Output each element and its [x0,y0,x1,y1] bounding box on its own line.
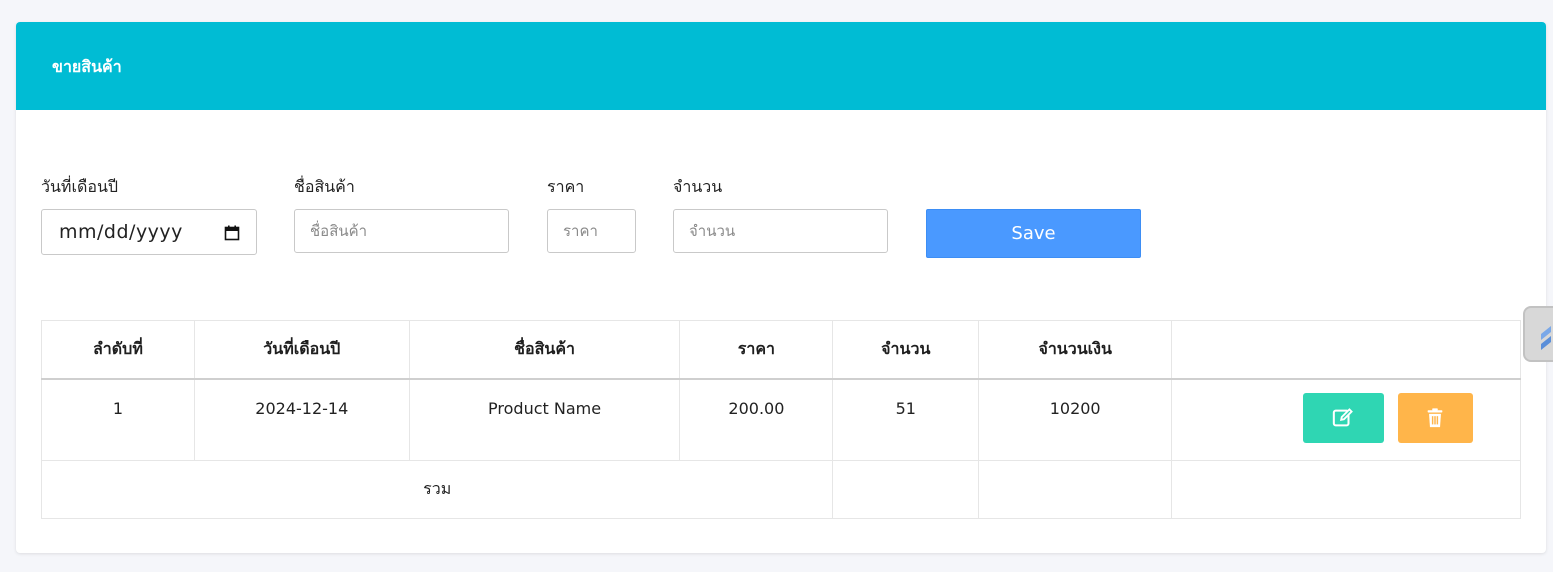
sale-card: ขายสินค้า วันที่เดือนปี mm/dd/yyyy ชื่อส… [16,22,1546,553]
total-row: รวม [40,460,1521,519]
date-label: วันที่เดือนปี [41,177,119,196]
table-header-row: ลำดับที่ วันที่เดือนปี ชื่อสินค้า ราคา จ… [41,320,1521,380]
total-label: รวม [40,460,834,519]
widget-icon [1541,326,1551,350]
date-placeholder: mm/dd/yyyy [59,221,183,243]
calendar-icon[interactable] [224,224,240,241]
table-row: 1 2024-12-14 Product Name 200.00 51 1020… [41,378,1521,461]
quantity-label: จำนวน [673,177,723,196]
date-input[interactable]: mm/dd/yyyy [41,209,257,255]
total-quantity [832,460,980,519]
delete-button[interactable] [1397,392,1473,443]
sale-form: วันที่เดือนปี mm/dd/yyyy ชื่อสินค้า ราคา… [16,22,1546,272]
header-price: ราคา [679,320,834,380]
price-input[interactable] [547,209,636,253]
edit-button[interactable] [1302,392,1384,443]
header-quantity: จำนวน [832,320,980,380]
sales-table: ลำดับที่ วันที่เดือนปี ชื่อสินค้า ราคา จ… [40,320,1521,519]
cell-product-name: Product Name [408,378,681,461]
product-name-label: ชื่อสินค้า [294,177,355,196]
price-label: ราคา [547,177,585,196]
edit-icon [1332,407,1353,426]
header-actions [1171,320,1521,380]
header-date: วันที่เดือนปี [193,320,410,380]
sales-table-wrap: ลำดับที่ วันที่เดือนปี ชื่อสินค้า ราคา จ… [40,320,1521,519]
cell-actions [1171,378,1521,461]
row-actions [1172,392,1520,443]
cell-no: 1 [41,378,195,461]
cell-price: 200.00 [679,378,834,461]
quantity-input[interactable] [673,209,888,253]
trash-icon [1427,407,1443,427]
cell-date: 2024-12-14 [193,378,410,461]
cell-quantity: 51 [832,378,980,461]
cell-amount: 10200 [978,378,1173,461]
header-no: ลำดับที่ [41,320,195,380]
save-button[interactable]: Save [926,209,1141,258]
header-product-name: ชื่อสินค้า [408,320,681,380]
total-amount [978,460,1173,519]
total-actions [1171,460,1521,519]
header-amount: จำนวนเงิน [978,320,1173,380]
product-name-input[interactable] [294,209,509,253]
side-widget-tab[interactable] [1523,306,1553,362]
